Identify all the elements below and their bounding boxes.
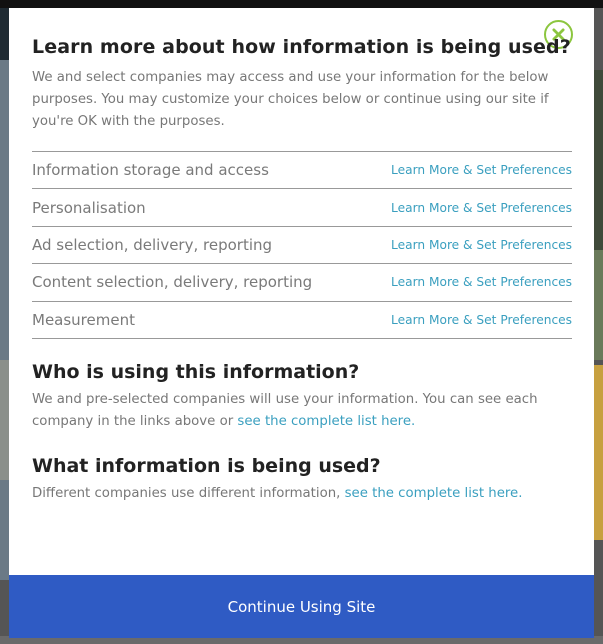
what-description: Different companies use different inform… bbox=[32, 483, 572, 505]
consent-modal: Learn more about how information is bein… bbox=[9, 8, 594, 638]
learn-more-link-storage[interactable]: Learn More & Set Preferences bbox=[391, 163, 572, 177]
modal-content: Learn more about how information is bein… bbox=[32, 36, 572, 505]
background-page-top bbox=[0, 0, 603, 8]
purpose-row: Ad selection, delivery, reporting Learn … bbox=[32, 227, 572, 265]
learn-more-link-personalisation[interactable]: Learn More & Set Preferences bbox=[391, 201, 572, 215]
purpose-row: Information storage and access Learn Mor… bbox=[32, 152, 572, 190]
modal-title: Learn more about how information is bein… bbox=[32, 36, 571, 58]
purpose-list: Information storage and access Learn Mor… bbox=[32, 151, 572, 339]
purpose-row: Personalisation Learn More & Set Prefere… bbox=[32, 189, 572, 227]
purpose-row: Content selection, delivery, reporting L… bbox=[32, 264, 572, 302]
who-section: Who is using this information? We and pr… bbox=[32, 361, 572, 433]
modal-intro: We and select companies may access and u… bbox=[32, 70, 549, 129]
continue-using-site-button[interactable]: Continue Using Site bbox=[9, 575, 594, 638]
purpose-name: Measurement bbox=[32, 310, 135, 329]
what-text: Different companies use different inform… bbox=[32, 485, 345, 501]
learn-more-link-content-selection[interactable]: Learn More & Set Preferences bbox=[391, 275, 572, 289]
learn-more-link-ad-selection[interactable]: Learn More & Set Preferences bbox=[391, 238, 572, 252]
who-title: Who is using this information? bbox=[32, 360, 360, 383]
purpose-row: Measurement Learn More & Set Preferences bbox=[32, 302, 572, 339]
learn-more-link-measurement[interactable]: Learn More & Set Preferences bbox=[391, 313, 572, 327]
complete-list-link-who[interactable]: see the complete list here. bbox=[237, 414, 415, 429]
what-section: What information is being used? Differen… bbox=[32, 455, 572, 505]
who-description: We and pre-selected companies will use y… bbox=[32, 389, 572, 433]
purpose-name: Personalisation bbox=[32, 198, 146, 217]
purpose-name: Ad selection, delivery, reporting bbox=[32, 235, 273, 254]
purpose-name: Content selection, delivery, reporting bbox=[32, 273, 313, 292]
what-title: What information is being used? bbox=[32, 454, 381, 477]
purpose-name: Information storage and access bbox=[32, 161, 269, 180]
complete-list-link-what[interactable]: see the complete list here. bbox=[345, 486, 523, 501]
